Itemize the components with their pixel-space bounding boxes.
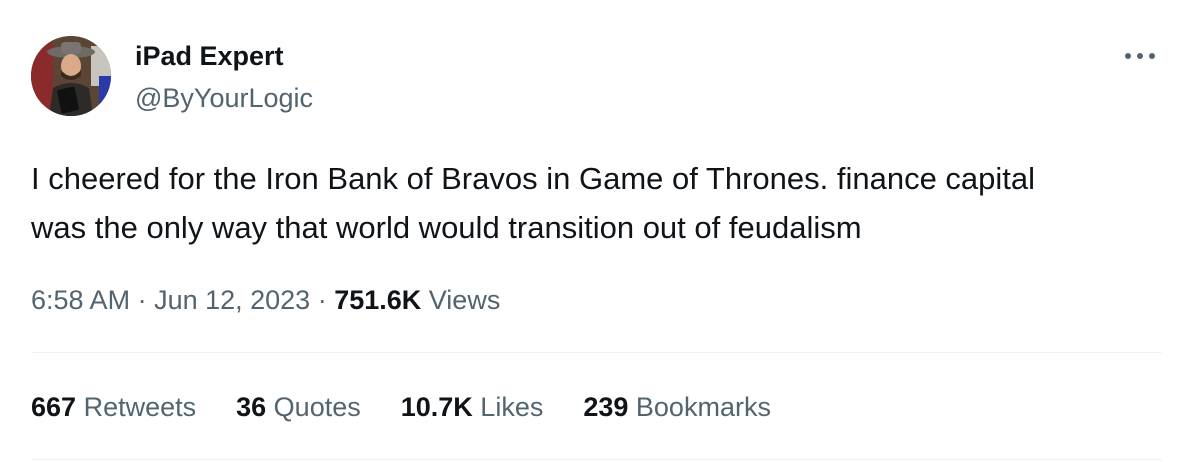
bookmarks-count: 239 bbox=[583, 392, 629, 422]
divider bbox=[31, 352, 1162, 353]
likes-count: 10.7K bbox=[400, 392, 473, 422]
tweet-meta: 6:58 AM · Jun 12, 2023 · 751.6K Views bbox=[31, 282, 500, 318]
retweets-label: Retweets bbox=[76, 392, 197, 422]
more-options-button[interactable] bbox=[1118, 40, 1162, 72]
retweets-count: 667 bbox=[31, 392, 77, 422]
author-display-name[interactable]: iPad Expert bbox=[135, 40, 284, 72]
likes-label: Likes bbox=[472, 392, 544, 422]
likes-stat[interactable]: 10.7K Likes bbox=[401, 389, 544, 425]
quotes-stat[interactable]: 36 Quotes bbox=[236, 389, 361, 425]
quotes-label: Quotes bbox=[266, 392, 361, 422]
avatar-image bbox=[31, 36, 111, 116]
views-label: Views bbox=[421, 285, 501, 315]
quotes-count: 36 bbox=[236, 392, 267, 422]
meta-separator: · bbox=[310, 285, 335, 315]
user-avatar[interactable] bbox=[31, 36, 111, 116]
more-horizontal-icon bbox=[1125, 53, 1155, 59]
views-count: 751.6K bbox=[334, 285, 422, 315]
author-handle[interactable]: @ByYourLogic bbox=[135, 82, 313, 114]
tweet-text-line-2: was the only way that world would transi… bbox=[31, 210, 862, 245]
bookmarks-label: Bookmarks bbox=[628, 392, 771, 422]
tweet-text-line-1: I cheered for the Iron Bank of Bravos in… bbox=[31, 161, 1036, 196]
tweet-card: iPad Expert @ByYourLogic I cheered for t… bbox=[0, 0, 1182, 462]
tweet-date[interactable]: Jun 12, 2023 bbox=[154, 285, 310, 315]
engagement-stats: 667 Retweets 36 Quotes 10.7K Likes 239 B… bbox=[31, 389, 811, 425]
tweet-text: I cheered for the Iron Bank of Bravos in… bbox=[31, 154, 1161, 252]
retweets-stat[interactable]: 667 Retweets bbox=[31, 389, 196, 425]
bookmarks-stat[interactable]: 239 Bookmarks bbox=[583, 389, 771, 425]
divider bbox=[31, 459, 1162, 460]
meta-separator: · bbox=[130, 285, 155, 315]
tweet-time[interactable]: 6:58 AM bbox=[31, 285, 130, 315]
